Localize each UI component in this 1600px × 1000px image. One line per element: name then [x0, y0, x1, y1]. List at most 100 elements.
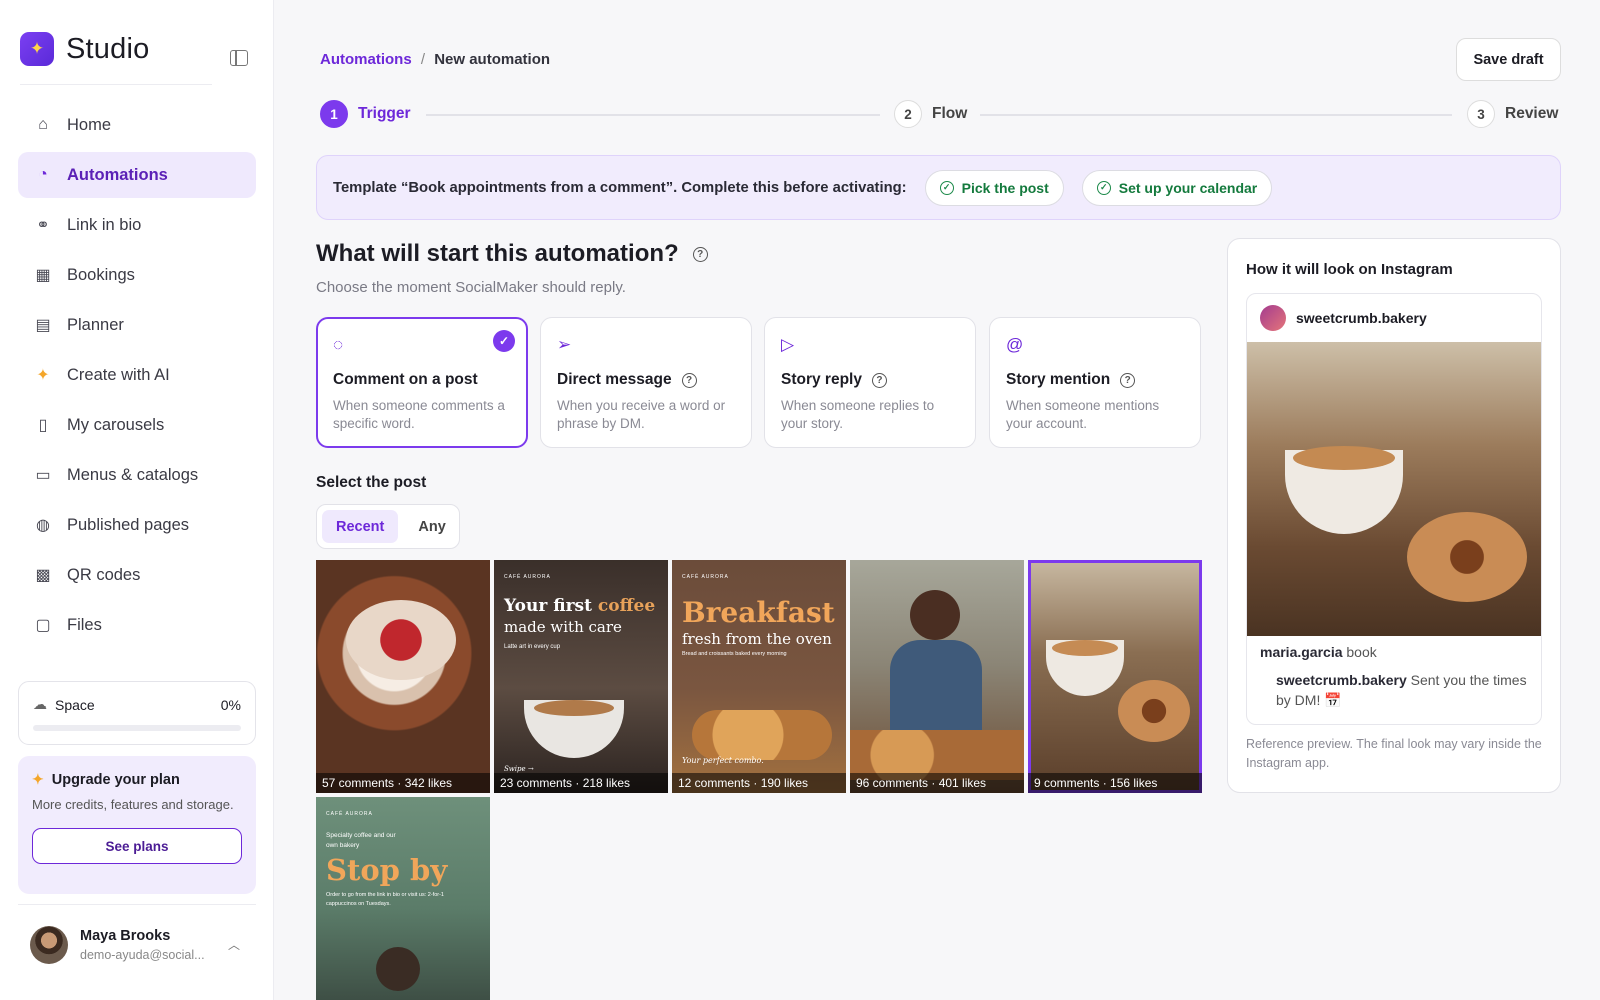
sidebar-item-link-in-bio[interactable]: ⚭ Link in bio	[18, 202, 256, 248]
trigger-title: Story mention	[1006, 371, 1111, 388]
upgrade-title: Upgrade your plan	[51, 771, 180, 788]
help-icon[interactable]: ?	[692, 246, 708, 262]
sidebar-item-published-pages[interactable]: ◍ Published pages	[18, 502, 256, 548]
post-kicker: Specialty coffee and our own bakery	[326, 832, 396, 849]
help-icon[interactable]: ?	[681, 372, 697, 388]
pick-the-post-chip[interactable]: ✓ Pick the post	[924, 169, 1064, 206]
template-banner: Template “Book appointments from a comme…	[316, 155, 1561, 220]
check-circle-icon: ✓	[1096, 180, 1111, 195]
cake-shape	[346, 600, 456, 680]
trigger-card-direct-message[interactable]: ➢ Direct message ? When you receive a wo…	[540, 317, 752, 448]
brand[interactable]: ✦ Studio	[20, 32, 149, 66]
storage-percent: 0%	[220, 696, 241, 713]
post-thumbnail-selected[interactable]: 9 comments · 156 likes	[1028, 560, 1202, 793]
trigger-description: When someone replies to your story.	[781, 398, 935, 431]
breadcrumb-separator: /	[420, 51, 426, 68]
post-subheadline: made with care	[504, 618, 622, 636]
user-menu[interactable]: Maya Brooks demo-ayuda@social... ︿	[30, 926, 246, 964]
comment-icon: ◌	[333, 335, 344, 354]
see-plans-button[interactable]: See plans	[32, 828, 242, 864]
step-review[interactable]: 3 Review	[1467, 100, 1558, 128]
sidebar-toggle-icon[interactable]	[230, 50, 248, 66]
post-headline-b: coffee	[597, 596, 656, 616]
post-tagline: Order to go from the link in bio or visi…	[326, 892, 444, 907]
post-brand: CAFÉ AURORA	[326, 811, 373, 817]
help-icon[interactable]: ?	[871, 372, 887, 388]
cloud-icon: ☁	[33, 696, 47, 712]
help-icon[interactable]: ?	[1120, 372, 1136, 388]
save-draft-button[interactable]: Save draft	[1456, 38, 1561, 81]
trigger-card-comment[interactable]: ◌ Comment on a post When someone comment…	[316, 317, 528, 448]
preview-comment: maria.garcia book	[1260, 644, 1377, 660]
sidebar-item-label: Published pages	[67, 515, 190, 534]
preview-note: Reference preview. The final look may va…	[1246, 737, 1542, 770]
tab-any[interactable]: Any	[404, 510, 459, 543]
send-icon: ➢	[557, 335, 572, 354]
storage-progress-bar	[33, 725, 241, 731]
sparkle-icon: ✦	[32, 771, 44, 787]
post-tagline: Bread and croissants baked every morning	[682, 651, 787, 657]
latte-shape	[1052, 640, 1118, 656]
latte-shape	[534, 700, 614, 716]
post-thumbnail[interactable]: CAFÉ AURORA Specialty coffee and our own…	[316, 797, 490, 1000]
sidebar-item-label: QR codes	[67, 565, 141, 584]
post-thumbnail[interactable]: CAFÉ AURORA Your first coffee made with …	[494, 560, 668, 793]
trigger-card-story-reply[interactable]: ▷ Story reply ? When someone replies to …	[764, 317, 976, 448]
globe-icon: ◍	[36, 517, 50, 534]
sparkle-icon: ✦	[36, 367, 50, 384]
post-tagline: Latte art in every cup	[504, 644, 561, 650]
post-stats: 12 comments · 190 likes	[672, 773, 846, 793]
sidebar-item-bookings[interactable]: ▦ Bookings	[18, 252, 256, 298]
step-label: Flow	[932, 105, 968, 122]
instagram-preview-panel: How it will look on Instagram sweetcrumb…	[1227, 238, 1561, 793]
sidebar-item-my-carousels[interactable]: ▯ My carousels	[18, 402, 256, 448]
home-icon: ⌂	[38, 116, 48, 133]
chevron-up-icon[interactable]: ︿	[228, 936, 240, 953]
sparkle-logo-icon: ✦	[20, 32, 54, 66]
trigger-card-story-mention[interactable]: @ Story mention ? When someone mentions …	[989, 317, 1201, 448]
sidebar-item-home[interactable]: ⌂ Home	[18, 102, 256, 148]
section-subtitle: Choose the moment SocialMaker should rep…	[316, 279, 626, 296]
step-number: 3	[1467, 100, 1495, 128]
trigger-description: When someone comments a specific word.	[333, 398, 505, 431]
post-thumbnail[interactable]: 57 comments · 342 likes	[316, 560, 490, 793]
chat-bubble-icon: ◔	[38, 166, 48, 183]
post-filter-tabs: Recent Any	[316, 504, 460, 549]
breadcrumb: Automations / New automation	[320, 51, 550, 68]
post-thumbnail[interactable]: 96 comments · 401 likes	[850, 560, 1024, 793]
carousel-icon: ▯	[38, 417, 48, 434]
sidebar-item-automations[interactable]: ◔ Automations	[18, 152, 256, 198]
post-headline-a: Your first	[504, 596, 592, 616]
sidebar-item-label: Bookings	[67, 265, 135, 284]
latte-shape	[1293, 446, 1395, 470]
breadcrumb-link-automations[interactable]: Automations	[320, 51, 412, 68]
post-brand: CAFÉ AURORA	[682, 574, 729, 580]
sidebar-item-label: Home	[67, 115, 112, 134]
post-footer: Swipe →	[504, 765, 534, 773]
sidebar-item-planner[interactable]: ▤ Planner	[18, 302, 256, 348]
step-trigger[interactable]: 1 Trigger	[320, 100, 411, 128]
post-headline: Breakfast	[682, 596, 835, 629]
user-email: demo-ayuda@social...	[80, 948, 205, 962]
select-post-label: Select the post	[316, 474, 427, 491]
step-label: Trigger	[358, 105, 411, 122]
calendar-check-icon: ▦	[35, 267, 51, 284]
tab-recent[interactable]: Recent	[322, 510, 399, 543]
sidebar-item-qr-codes[interactable]: ▩ QR codes	[18, 552, 256, 598]
sidebar-item-menus-catalogs[interactable]: ▭ Menus & catalogs	[18, 452, 256, 498]
folder-icon: ▢	[35, 617, 51, 634]
post-footer: Your perfect combo.	[682, 756, 764, 765]
set-up-calendar-chip[interactable]: ✓ Set up your calendar	[1081, 169, 1273, 206]
post-brand: CAFÉ AURORA	[504, 574, 551, 580]
post-thumbnail[interactable]: CAFÉ AURORA Breakfast fresh from the ove…	[672, 560, 846, 793]
preview-title: How it will look on Instagram	[1246, 261, 1453, 278]
account-name: sweetcrumb.bakery	[1296, 310, 1427, 326]
trigger-title: Story reply	[781, 371, 862, 388]
check-circle-icon: ✓	[939, 180, 954, 195]
section-title-text: What will start this automation?	[316, 240, 679, 267]
sidebar-item-create-with-ai[interactable]: ✦ Create with AI	[18, 352, 256, 398]
sidebar-item-files[interactable]: ▢ Files	[18, 602, 256, 648]
divider	[20, 84, 212, 85]
step-number: 2	[894, 100, 922, 128]
step-flow[interactable]: 2 Flow	[894, 100, 967, 128]
